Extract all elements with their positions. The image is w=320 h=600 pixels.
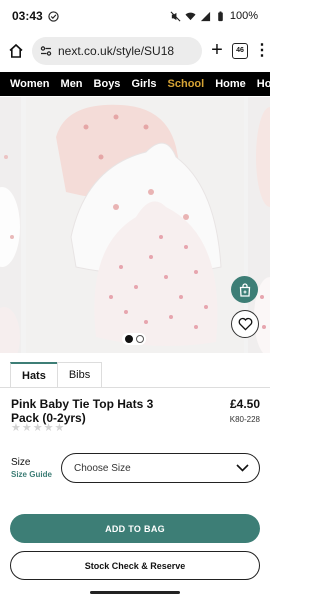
product-price: £4.50 — [229, 397, 260, 411]
new-tab-button[interactable]: + — [208, 40, 226, 60]
tab-bibs[interactable]: Bibs — [56, 362, 103, 388]
mute-icon — [170, 11, 181, 21]
browser-toolbar: next.co.uk/style/SU18 + 46 ⋮ — [0, 33, 270, 69]
home-button[interactable] — [6, 41, 26, 61]
product-code: K80-228 — [229, 415, 260, 424]
size-guide-link[interactable]: Size Guide — [11, 470, 52, 479]
nav-item-girls[interactable]: Girls — [131, 78, 156, 90]
site-nav: Women Men Boys Girls School Home Holid — [0, 72, 270, 96]
nav-item-boys[interactable]: Boys — [94, 78, 121, 90]
product-photo[interactable] — [26, 97, 244, 353]
clock: 03:43 — [12, 9, 43, 23]
site-settings-icon — [40, 46, 52, 56]
gesture-bar[interactable] — [90, 591, 180, 594]
address-bar[interactable]: next.co.uk/style/SU18 — [32, 37, 202, 65]
star-icon: ★ — [21, 422, 32, 434]
chevron-down-icon — [236, 464, 249, 472]
star-icon: ★ — [11, 422, 21, 434]
product-image-carousel[interactable] — [0, 97, 270, 353]
favourite-button[interactable] — [231, 310, 259, 338]
size-select-placeholder: Choose Size — [74, 462, 131, 474]
baby-hats-image — [26, 97, 244, 353]
size-select[interactable]: Choose Size — [61, 453, 260, 483]
overflow-menu-button[interactable]: ⋮ — [254, 43, 270, 59]
stock-check-button[interactable]: Stock Check & Reserve — [10, 551, 260, 580]
tab-hats[interactable]: Hats — [10, 362, 58, 388]
star-icon: ★ — [32, 422, 43, 434]
check-circle-icon — [48, 10, 59, 22]
nav-item-men[interactable]: Men — [61, 78, 83, 90]
home-icon — [9, 43, 23, 58]
nav-item-holidays[interactable]: Holid — [257, 78, 270, 90]
carousel-pagination — [122, 333, 146, 345]
carousel-dot-2[interactable] — [135, 335, 144, 343]
nav-item-home[interactable]: Home — [215, 78, 246, 90]
tab-switcher-button[interactable]: 46 — [232, 43, 248, 59]
bag-icon — [239, 282, 250, 297]
nav-item-women[interactable]: Women — [10, 78, 50, 90]
rating-stars[interactable]: ★ ★ ★ ★ ★ — [11, 423, 64, 434]
quick-add-bag-button[interactable] — [231, 276, 258, 303]
variant-tabs: Hats Bibs — [10, 362, 103, 388]
wifi-icon — [185, 12, 196, 20]
battery-level: 100% — [229, 10, 258, 22]
signal-icon — [200, 11, 210, 21]
tab-divider — [0, 387, 270, 388]
star-icon: ★ — [54, 422, 65, 434]
carousel-dot-1[interactable] — [124, 335, 133, 343]
status-bar: 03:43 100% — [0, 0, 270, 32]
star-icon: ★ — [43, 422, 54, 434]
previous-image-peek[interactable] — [0, 97, 21, 353]
add-to-bag-button[interactable]: ADD TO BAG — [10, 514, 260, 543]
battery-icon — [218, 10, 223, 21]
size-label: Size — [11, 457, 31, 468]
nav-item-school[interactable]: School — [168, 78, 205, 90]
product-title: Pink Baby Tie Top Hats 3 Pack (0-2yrs) — [11, 397, 154, 425]
url-text: next.co.uk/style/SU18 — [58, 44, 175, 58]
heart-icon — [238, 317, 252, 331]
